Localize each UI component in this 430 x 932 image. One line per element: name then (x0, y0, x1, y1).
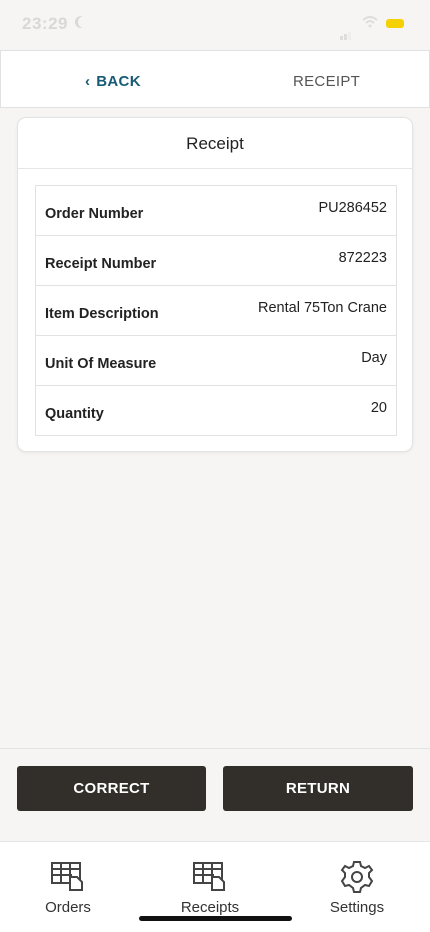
orders-icon (51, 862, 83, 891)
detail-row-order-number: Order Number PU286452 (36, 186, 396, 236)
detail-value: 872223 (338, 250, 387, 266)
page-title: RECEIPT (293, 73, 361, 90)
detail-label: Unit Of Measure (45, 356, 157, 372)
detail-row-item-description: Item Description Rental 75Ton Crane (36, 286, 396, 336)
receipt-card: Receipt Order Number PU286452 Receipt Nu… (17, 117, 413, 452)
receipts-icon (193, 862, 225, 891)
detail-row-quantity: Quantity 20 (36, 386, 396, 436)
top-nav-bar: ‹ BACK RECEIPT (0, 50, 430, 108)
detail-label: Quantity (45, 406, 104, 422)
moon-icon (78, 16, 90, 28)
detail-row-unit-of-measure: Unit Of Measure Day (36, 336, 396, 386)
status-time: 23:29 (22, 14, 68, 33)
chevron-left-icon: ‹ (85, 73, 91, 90)
return-button[interactable]: RETURN (223, 766, 413, 811)
signal-icon (340, 22, 352, 40)
detail-label: Order Number (45, 206, 144, 222)
correct-button[interactable]: CORRECT (17, 766, 206, 811)
tab-label: Receipts (180, 899, 240, 916)
detail-row-receipt-number: Receipt Number 872223 (36, 236, 396, 286)
back-label: BACK (96, 73, 141, 90)
gear-icon (340, 861, 374, 893)
action-bar: CORRECT RETURN (0, 748, 430, 842)
home-indicator[interactable] (139, 916, 292, 921)
tab-label: Settings (329, 899, 385, 916)
wifi-icon (362, 16, 378, 28)
tab-orders[interactable]: Orders (13, 842, 123, 932)
detail-value: 20 (370, 400, 387, 416)
detail-label: Item Description (45, 306, 159, 322)
detail-label: Receipt Number (45, 256, 157, 272)
detail-value: PU286452 (318, 200, 387, 216)
tab-label: Orders (45, 899, 91, 916)
status-bar: 23:29 (0, 0, 430, 50)
card-title: Receipt (18, 118, 412, 169)
detail-value: Day (361, 350, 387, 366)
detail-value: Rental 75Ton Crane (258, 300, 387, 316)
tab-settings[interactable]: Settings (302, 842, 412, 932)
receipt-details: Order Number PU286452 Receipt Number 872… (35, 185, 397, 436)
back-button[interactable]: ‹ BACK (85, 51, 141, 107)
battery-icon (386, 19, 404, 28)
